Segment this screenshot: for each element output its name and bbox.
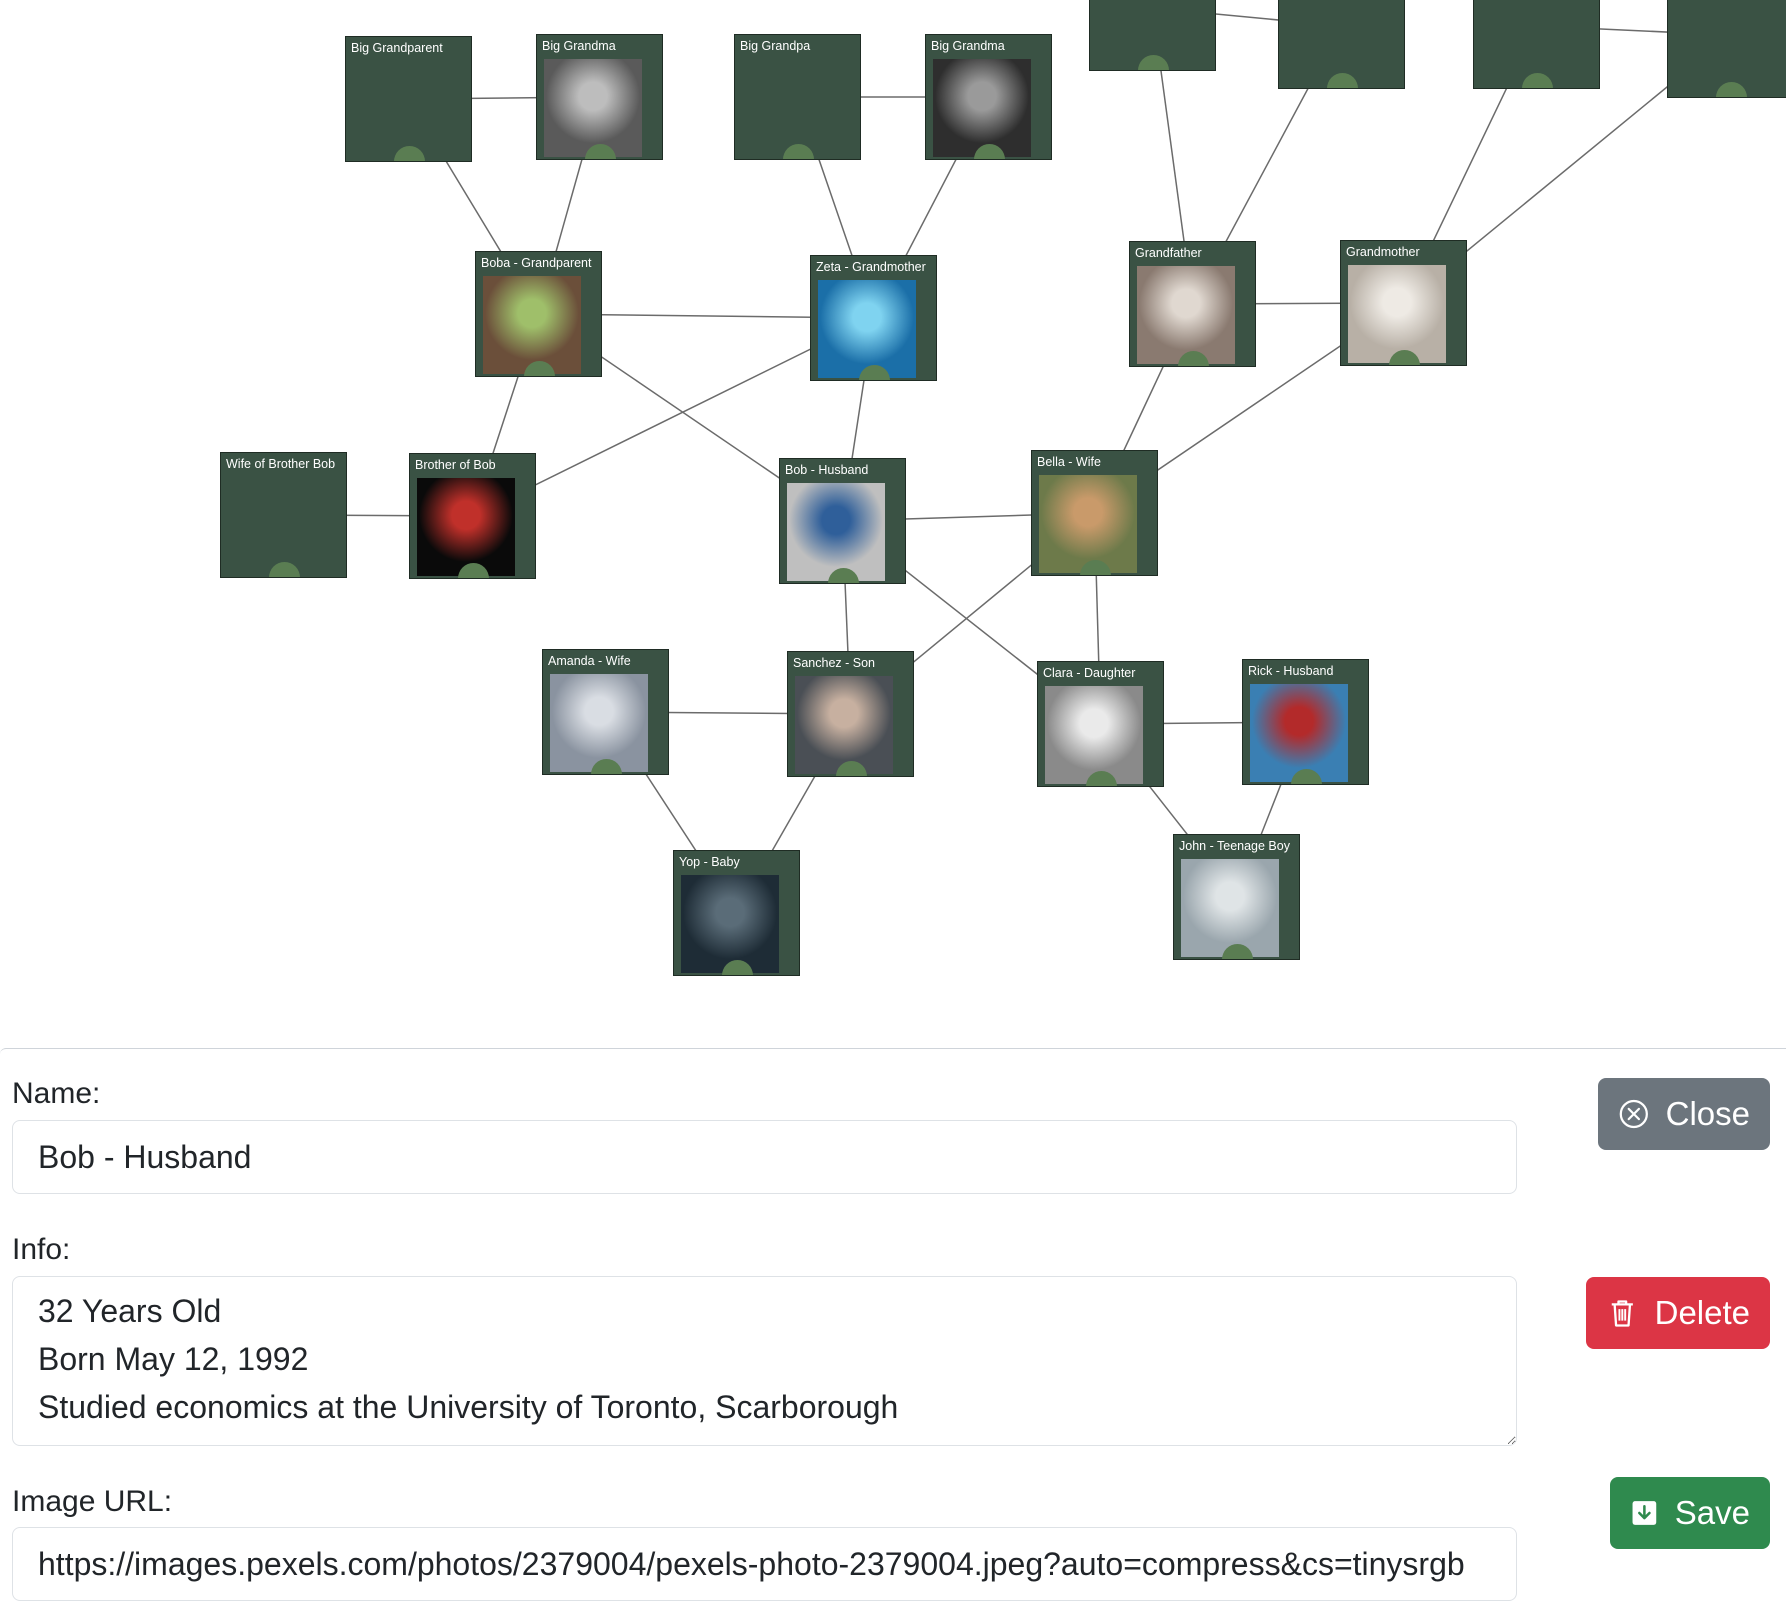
tree-node[interactable]: [1667, 0, 1786, 98]
add-relative-handle[interactable]: [394, 146, 425, 161]
person-photo: [1045, 686, 1143, 784]
person-photo: [1039, 475, 1137, 573]
family-tree-canvas[interactable]: Big Grandparent Big Grandma Big Grandpa Big…: [0, 0, 1786, 1048]
tree-node-label: Rick - Husband: [1248, 664, 1334, 678]
tree-node-label: Big Grandparent: [351, 41, 443, 55]
tree-node[interactable]: Amanda - Wife: [542, 649, 669, 775]
person-photo: [795, 676, 893, 774]
delete-button-label: Delete: [1654, 1294, 1750, 1331]
info-textarea[interactable]: 32 Years Old Born May 12, 1992 Studied e…: [12, 1276, 1517, 1446]
tree-node[interactable]: Big Grandpa: [734, 34, 861, 160]
tree-node[interactable]: [1278, 0, 1405, 89]
tree-node[interactable]: John - Teenage Boy: [1173, 834, 1300, 960]
person-photo: [818, 280, 916, 378]
tree-node[interactable]: Clara - Daughter: [1037, 661, 1164, 787]
person-photo: [933, 59, 1031, 157]
tree-node-label: Zeta - Grandmother: [816, 260, 926, 274]
trash-icon: [1611, 1300, 1633, 1327]
add-relative-handle[interactable]: [1716, 82, 1747, 97]
name-label: Name:: [12, 1077, 101, 1110]
person-photo: [417, 478, 515, 576]
name-input[interactable]: [12, 1120, 1517, 1194]
tree-node[interactable]: Yop - Baby: [673, 850, 800, 976]
edit-node-panel: Name: Info: 32 Years Old Born May 12, 19…: [0, 1048, 1786, 1601]
tree-node[interactable]: [1473, 0, 1600, 89]
tree-node[interactable]: Boba - Grandparent: [475, 251, 602, 377]
tree-node-label: Grandmother: [1346, 245, 1420, 259]
tree-node-label: Yop - Baby: [679, 855, 740, 869]
person-photo: [681, 875, 779, 973]
tree-node-label: Sanchez - Son: [793, 656, 875, 670]
tree-node[interactable]: Sanchez - Son: [787, 651, 914, 777]
delete-button[interactable]: Delete: [1586, 1277, 1770, 1349]
save-button-label: Save: [1674, 1494, 1750, 1531]
person-photo: [544, 59, 642, 157]
tree-node-label: Clara - Daughter: [1043, 666, 1136, 680]
tree-node[interactable]: Big Grandma: [925, 34, 1052, 160]
tree-node-label: Bella - Wife: [1037, 455, 1101, 469]
tree-node[interactable]: Big Grandparent: [345, 36, 472, 162]
download-icon: [1632, 1501, 1657, 1525]
person-photo: [550, 674, 648, 772]
x-circle-icon: [1619, 1099, 1648, 1129]
tree-node[interactable]: Wife of Brother Bob: [220, 452, 347, 578]
close-button[interactable]: Close: [1598, 1078, 1770, 1150]
tree-node[interactable]: Grandmother: [1340, 240, 1467, 366]
tree-node[interactable]: Bella - Wife: [1031, 450, 1158, 576]
add-relative-handle[interactable]: [1522, 73, 1553, 88]
add-relative-handle[interactable]: [269, 562, 300, 577]
add-relative-handle[interactable]: [783, 144, 814, 159]
tree-node-label: Brother of Bob: [415, 458, 496, 472]
info-label: Info:: [12, 1233, 71, 1266]
tree-node[interactable]: Big Grandma: [536, 34, 663, 160]
tree-node-label: John - Teenage Boy: [1179, 839, 1290, 853]
add-relative-handle[interactable]: [1327, 73, 1358, 88]
add-relative-handle[interactable]: [1138, 55, 1169, 70]
tree-node-label: Bob - Husband: [785, 463, 869, 477]
tree-node-label: Big Grandma: [931, 39, 1005, 53]
tree-node[interactable]: Grandfather: [1129, 241, 1256, 367]
person-photo: [1181, 859, 1279, 957]
person-photo: [787, 483, 885, 581]
tree-node-label: Grandfather: [1135, 246, 1202, 260]
tree-node[interactable]: Brother of Bob: [409, 453, 536, 579]
tree-node-label: Amanda - Wife: [548, 654, 631, 668]
tree-node-label: Wife of Brother Bob: [226, 457, 336, 471]
close-button-label: Close: [1665, 1095, 1750, 1132]
image-url-label: Image URL:: [12, 1485, 173, 1518]
person-photo: [1137, 266, 1235, 364]
tree-node[interactable]: Bob - Husband: [779, 458, 906, 584]
tree-node-label: Big Grandma: [542, 39, 616, 53]
tree-node[interactable]: Zeta - Grandmother: [810, 255, 937, 381]
tree-node[interactable]: [1089, 0, 1216, 71]
tree-node-label: Big Grandpa: [740, 39, 811, 53]
image-url-input[interactable]: [12, 1527, 1517, 1601]
person-photo: [1348, 265, 1446, 363]
person-photo: [1250, 684, 1348, 782]
person-photo: [483, 276, 581, 374]
tree-node[interactable]: Rick - Husband: [1242, 659, 1369, 785]
tree-node-label: Boba - Grandparent: [481, 256, 592, 270]
save-button[interactable]: Save: [1610, 1477, 1770, 1549]
